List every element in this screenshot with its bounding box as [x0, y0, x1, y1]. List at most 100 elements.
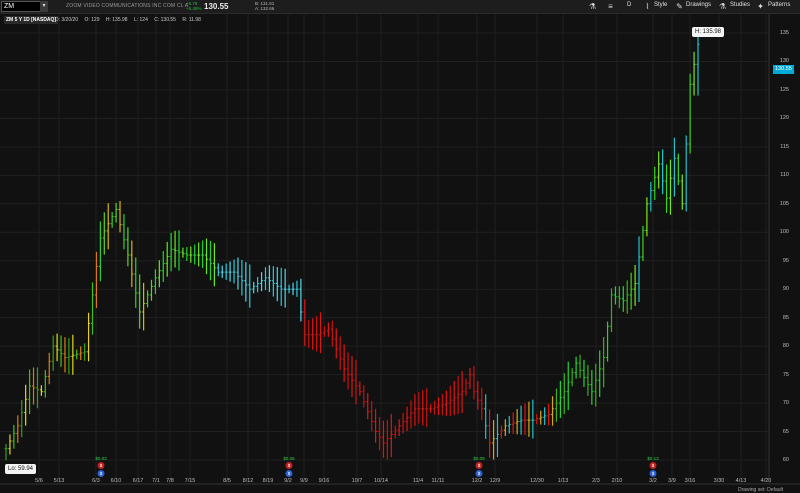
flask-icon[interactable]: ⚗	[588, 1, 597, 12]
ohlc-bar	[165, 241, 169, 277]
ohlc-bar	[437, 397, 440, 416]
time-frame-icon[interactable]: ≡	[606, 1, 615, 12]
pct-change-value: +5.46%	[186, 6, 202, 11]
price-tick-label: 130	[779, 58, 789, 65]
studies-button[interactable]: Studies	[730, 2, 750, 8]
ohlc-bar	[91, 282, 94, 335]
ohlc-bar	[110, 212, 114, 228]
ohlc-bar	[334, 328, 338, 359]
drawings-button[interactable]: Drawings	[686, 2, 711, 8]
ohlc-bar	[429, 404, 433, 413]
dividend-amount: $0.13	[647, 456, 659, 461]
dividend-amount: $0.06	[283, 456, 295, 461]
studies-icon[interactable]: ⚗	[718, 1, 727, 12]
date-tick-label: 5/13	[53, 478, 65, 484]
date-tick-label: 10/7	[351, 478, 363, 484]
ohlc-bar	[602, 337, 606, 388]
dividend-event-icon[interactable]: $	[475, 462, 483, 469]
price-tick-label: 75	[782, 371, 789, 378]
ohlc-bar	[161, 251, 165, 282]
ohlc-bar	[676, 153, 680, 186]
ohlc-bar	[79, 346, 83, 360]
ohlc-bar	[645, 197, 649, 237]
dividend-info-icon[interactable]: $	[649, 470, 657, 477]
ohlc-bar	[122, 214, 126, 250]
ohlc-bar	[75, 349, 79, 360]
ohlc-bar	[421, 390, 425, 426]
date-tick-label: 9/9	[300, 478, 308, 484]
ohlc-bar	[590, 370, 594, 405]
dividend-event-icon[interactable]: $	[285, 462, 293, 469]
price-tick-label: 110	[780, 172, 789, 179]
date-tick-label: 12/2	[471, 478, 483, 484]
dividend-info-icon[interactable]: $	[97, 470, 105, 477]
ohlc-bar	[554, 388, 558, 422]
ohlc-bar	[248, 264, 252, 308]
ohlc-bar	[142, 282, 146, 331]
ohlc-bar	[507, 415, 511, 434]
ohlc-bar	[319, 312, 323, 354]
ohlc-bar	[413, 394, 417, 427]
drawing-set-label[interactable]: Drawing set: Default	[738, 487, 783, 493]
date-tick-label: 9/2	[284, 478, 292, 484]
ohlc-bar	[472, 366, 476, 400]
ohlc-bar	[212, 243, 216, 287]
price-tick-label: 60	[782, 457, 789, 463]
ohlc-bar	[657, 151, 661, 189]
chevron-down-icon[interactable]: ▾	[40, 1, 48, 12]
patterns-icon[interactable]: ✦	[756, 1, 765, 12]
style-button[interactable]: Style	[654, 2, 667, 8]
date-tick-label: 9/16	[318, 478, 330, 484]
style-icon[interactable]: ⌇	[643, 1, 652, 12]
ohlc-bar	[177, 230, 181, 271]
ohlc-date: D: 3/20/20	[55, 17, 79, 23]
last-price-tag: 130.55	[773, 65, 794, 74]
ohlc-bar	[24, 384, 28, 426]
ohlc-bar	[260, 272, 264, 292]
ohlc-bar	[98, 221, 102, 282]
date-tick-label: 8/12	[242, 478, 254, 484]
period-button[interactable]: D	[627, 2, 631, 8]
date-tick-label: 12/9	[489, 478, 501, 484]
ohlc-bar	[452, 380, 456, 416]
ohlc-bar	[236, 257, 240, 290]
ohlc-bar	[641, 225, 645, 262]
chart-canvas[interactable]	[0, 14, 800, 493]
date-tick-label: 7/1	[152, 478, 160, 484]
date-tick-label: 12/30	[530, 478, 544, 484]
ohlc-bar	[16, 415, 20, 443]
ohlc-bar	[574, 356, 578, 379]
ohlc-bar	[157, 260, 161, 288]
price-chart[interactable]	[0, 14, 800, 493]
date-tick-label: 3/9	[668, 478, 676, 484]
ohlc-high: H: 135.98	[105, 17, 128, 23]
ohlc-bar	[460, 371, 464, 413]
ohlc-bar	[598, 350, 602, 397]
ohlc-bar	[610, 288, 613, 333]
ohlc-bar	[279, 267, 283, 306]
drawings-icon[interactable]: ✎	[675, 1, 684, 12]
date-tick-label: 7/15	[184, 478, 196, 484]
dividend-event-icon[interactable]: $	[97, 462, 105, 469]
ohlc-open: O: 129	[84, 17, 100, 23]
ohlc-readout: D: 3/20/20 O: 129 H: 135.98 L: 124 C: 13…	[55, 16, 206, 24]
ohlc-bar	[205, 238, 209, 275]
ohlc-bar	[338, 336, 342, 371]
ohlc-bar	[625, 280, 629, 314]
ohlc-bar	[661, 149, 665, 195]
ohlc-range: R: 11.98	[182, 17, 201, 23]
dividend-info-icon[interactable]: $	[285, 470, 293, 477]
ohlc-bar	[448, 385, 452, 417]
ohlc-bar	[311, 318, 315, 350]
ohlc-bar	[291, 282, 295, 296]
patterns-button[interactable]: Patterns	[768, 2, 790, 8]
ohlc-bar	[680, 174, 684, 210]
dividend-event-icon[interactable]: $	[649, 462, 657, 469]
ohlc-bar	[653, 166, 657, 200]
ohlc-bar	[51, 335, 55, 371]
ohlc-bar	[12, 424, 16, 449]
dividend-info-icon[interactable]: $	[475, 470, 483, 477]
ohlc-bar	[193, 244, 197, 265]
dividend-amount: $0.09	[473, 456, 485, 461]
ohlc-bar	[28, 369, 32, 415]
